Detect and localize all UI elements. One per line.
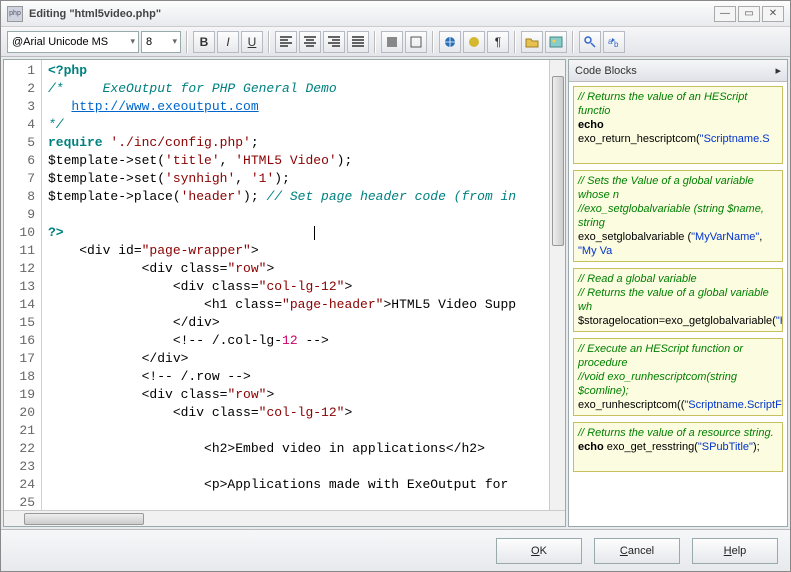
- snippet-item[interactable]: // Sets the Value of a global variable w…: [573, 170, 783, 262]
- underline-button[interactable]: U: [241, 31, 263, 53]
- fill-color-button[interactable]: [381, 31, 403, 53]
- toolbar: @Arial Unicode MS 8 B I U ¶ ab: [1, 27, 790, 57]
- code-blocks-panel: Code Blocks▸ // Returns the value of an …: [568, 59, 788, 527]
- code-editor[interactable]: 1234567891011121314151617181920212223242…: [3, 59, 566, 527]
- text-color-button[interactable]: [405, 31, 427, 53]
- cancel-button[interactable]: Cancel: [594, 538, 680, 564]
- snippet-item[interactable]: // Returns the value of a resource strin…: [573, 422, 783, 472]
- paragraph-button[interactable]: ¶: [487, 31, 509, 53]
- separator: [514, 31, 516, 53]
- help-button[interactable]: Help: [692, 538, 778, 564]
- align-right-button[interactable]: [323, 31, 345, 53]
- chevron-right-icon[interactable]: ▸: [775, 64, 781, 77]
- app-icon: php: [7, 6, 23, 22]
- dialog-footer: OK Cancel Help: [1, 529, 790, 571]
- line-gutter: 1234567891011121314151617181920212223242…: [4, 60, 42, 510]
- code-blocks-header: Code Blocks▸: [569, 60, 787, 82]
- italic-button[interactable]: I: [217, 31, 239, 53]
- align-left-button[interactable]: [275, 31, 297, 53]
- editor-window: php Editing "html5video.php" — ▭ ✕ @Aria…: [0, 0, 791, 572]
- script-button[interactable]: [463, 31, 485, 53]
- snippet-item[interactable]: // Execute an HEScript function or proce…: [573, 338, 783, 416]
- separator: [268, 31, 270, 53]
- horizontal-scrollbar[interactable]: [4, 510, 565, 526]
- snippet-item[interactable]: // Returns the value of an HEScript func…: [573, 86, 783, 164]
- separator: [374, 31, 376, 53]
- font-family-combo[interactable]: @Arial Unicode MS: [7, 31, 139, 53]
- replace-button[interactable]: ab: [603, 31, 625, 53]
- vertical-scrollbar[interactable]: [549, 60, 565, 510]
- svg-text:b: b: [614, 40, 619, 49]
- maximize-button[interactable]: ▭: [738, 6, 760, 22]
- align-center-button[interactable]: [299, 31, 321, 53]
- image-button[interactable]: [545, 31, 567, 53]
- web-button[interactable]: [439, 31, 461, 53]
- snippet-item[interactable]: // Read a global variable // Returns the…: [573, 268, 783, 332]
- titlebar: php Editing "html5video.php" — ▭ ✕: [1, 1, 790, 27]
- align-justify-button[interactable]: [347, 31, 369, 53]
- bold-button[interactable]: B: [193, 31, 215, 53]
- font-size-combo[interactable]: 8: [141, 31, 181, 53]
- separator: [572, 31, 574, 53]
- minimize-button[interactable]: —: [714, 6, 736, 22]
- code-area[interactable]: <?php /* ExeOutput for PHP General Demo …: [42, 60, 549, 510]
- separator: [432, 31, 434, 53]
- ok-button[interactable]: OK: [496, 538, 582, 564]
- text-caret: [314, 226, 315, 240]
- main-area: 1234567891011121314151617181920212223242…: [1, 57, 790, 529]
- find-button[interactable]: [579, 31, 601, 53]
- window-title: Editing "html5video.php": [29, 8, 712, 20]
- folder-button[interactable]: [521, 31, 543, 53]
- close-button[interactable]: ✕: [762, 6, 784, 22]
- separator: [186, 31, 188, 53]
